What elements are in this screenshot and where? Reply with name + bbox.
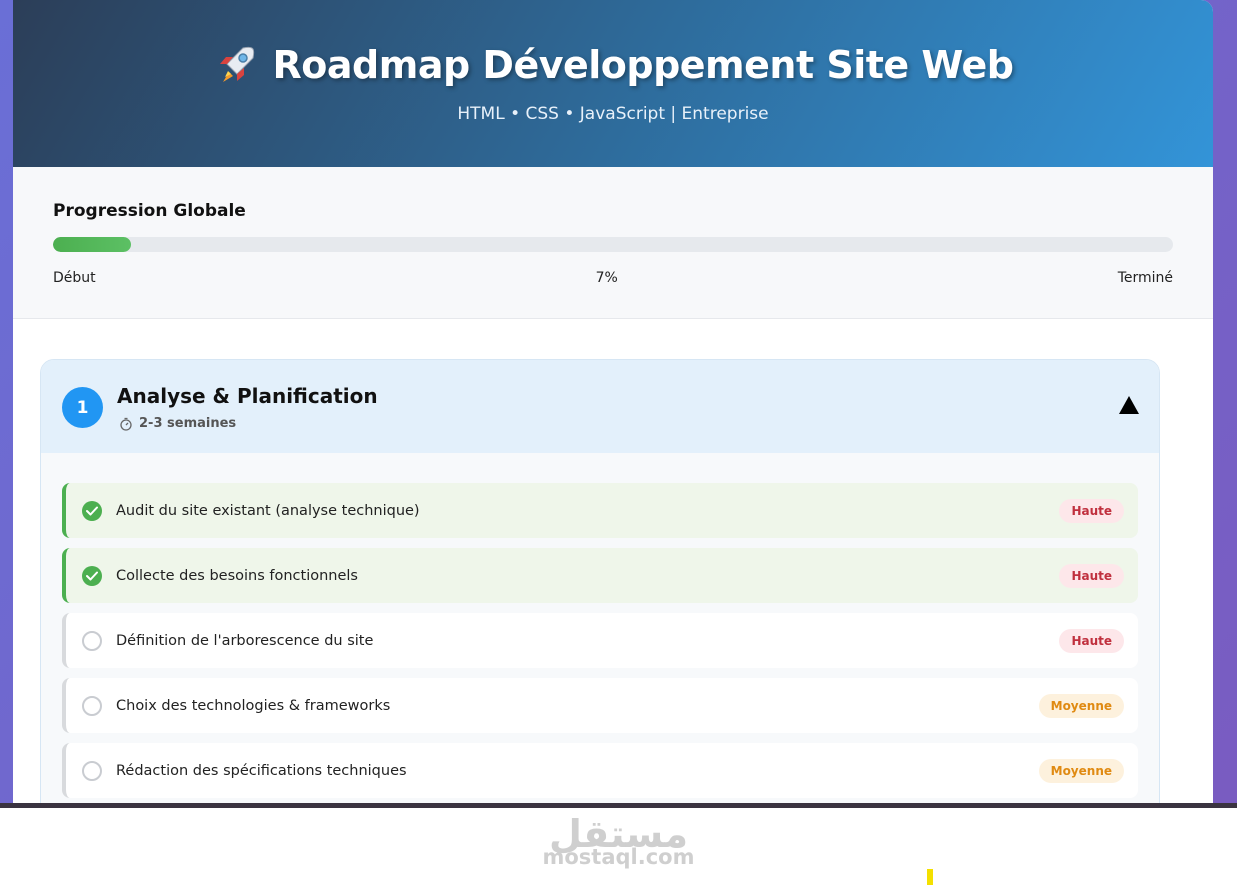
task-text: Audit du site existant (analyse techniqu… [116, 502, 420, 519]
task-item[interactable]: Définition de l'arborescence du site Haut… [62, 613, 1138, 668]
progress-track [53, 237, 1173, 252]
progress-legend: Début 7% Terminé [53, 270, 1173, 286]
unchecked-circle-icon[interactable] [82, 630, 102, 651]
task-item[interactable]: Collecte des besoins fonctionnels Haute [62, 548, 1138, 603]
task-item[interactable]: Rédaction des spécifications techniques M… [62, 743, 1138, 798]
phase-duration: 2-3 semaines [119, 416, 236, 431]
phase-card: 1 Analyse & Planification 2-3 semaines A… [40, 359, 1160, 819]
progress-end-label: Terminé [1117, 270, 1173, 286]
task-item[interactable]: Audit du site existant (analyse techniqu… [62, 483, 1138, 538]
stopwatch-icon [120, 417, 132, 431]
priority-badge: Moyenne [1038, 693, 1124, 718]
priority-badge: Haute [1059, 563, 1124, 588]
task-text: Rédaction des spécifications techniques [116, 762, 407, 779]
page-subtitle: HTML • CSS • JavaScript | Entreprise [457, 104, 769, 124]
phase-header[interactable]: 1 Analyse & Planification 2-3 semaines [41, 360, 1159, 453]
checked-circle-icon[interactable] [82, 565, 102, 586]
progress-start-label: Début [53, 270, 96, 286]
text-cursor-marker [927, 869, 933, 885]
watermark-logo-text: mostaql.com [542, 845, 695, 869]
task-text: Définition de l'arborescence du site [116, 632, 374, 649]
priority-badge: Haute [1059, 498, 1124, 523]
rocket-icon [219, 46, 254, 82]
phase-title: Analyse & Planification [117, 384, 378, 408]
unchecked-circle-icon[interactable] [82, 695, 102, 716]
task-text: Choix des technologies & frameworks [116, 697, 391, 714]
task-text: Collecte des besoins fonctionnels [116, 567, 358, 584]
progress-section: Progression Globale Début 7% Terminé [13, 167, 1213, 319]
checked-circle-icon[interactable] [82, 500, 102, 521]
collapse-toggle-icon[interactable] [1119, 396, 1139, 414]
progress-label: Progression Globale [53, 201, 246, 221]
priority-badge: Haute [1059, 628, 1124, 653]
title-row: Roadmap Développement Site Web [13, 42, 1213, 88]
task-list: Audit du site existant (analyse techniqu… [41, 453, 1159, 798]
progress-percent-label: 7% [595, 270, 618, 286]
watermark-area: مستقل mostaql.com [0, 808, 1237, 887]
page-header: Roadmap Développement Site Web HTML • CS… [13, 0, 1213, 167]
page-title: Roadmap Développement Site Web [272, 43, 1014, 87]
task-item[interactable]: Choix des technologies & frameworks Moyen… [62, 678, 1138, 733]
unchecked-circle-icon[interactable] [82, 760, 102, 781]
phase-duration-text: 2-3 semaines [139, 416, 237, 431]
priority-badge: Moyenne [1038, 758, 1124, 783]
progress-fill [53, 237, 132, 252]
phase-number-badge: 1 [62, 387, 103, 428]
